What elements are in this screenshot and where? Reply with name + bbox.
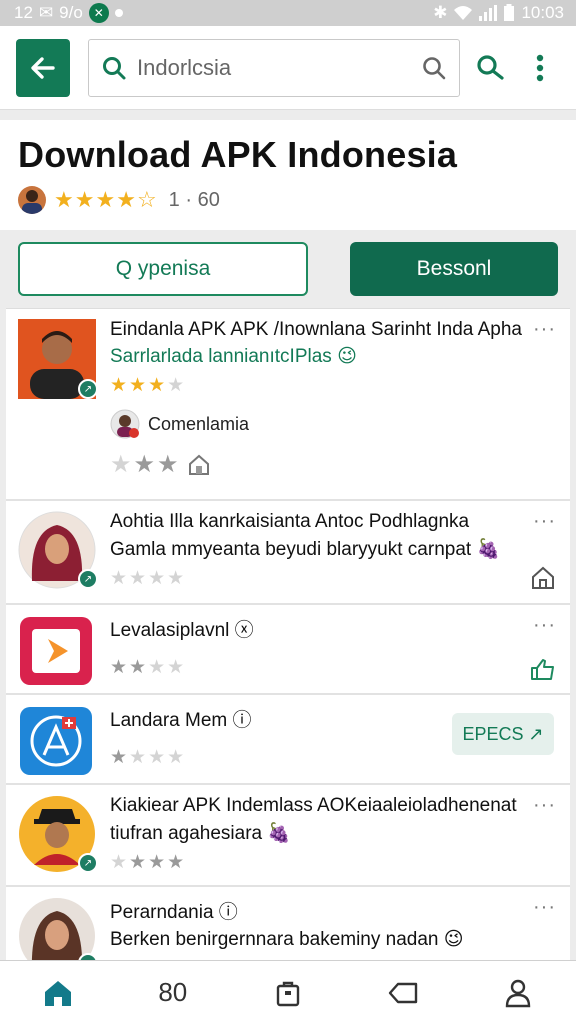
list-item[interactable]: Landara Mem ⓘ ★ ★ ★ ★ EPECS ↗ <box>6 695 570 785</box>
nav-library[interactable] <box>258 968 318 1018</box>
app-store-icon <box>20 707 92 775</box>
list-item[interactable]: ↗ Eindanla APK APK /Inownlana Sarinht In… <box>6 309 570 501</box>
mail-icon: ✉ <box>38 3 54 22</box>
comment-label: Comenlamia <box>148 413 250 434</box>
more-options-button[interactable]: ··· <box>533 795 556 815</box>
wifi-icon <box>454 6 473 20</box>
search-submit-icon[interactable] <box>421 55 447 81</box>
item-title: Aohtia Illa kanrkaisianta Antoc Podhlagn… <box>110 511 470 532</box>
bag-icon <box>276 981 300 1006</box>
commenter-avatar <box>110 409 140 439</box>
item-title: Levalasiplavnl ⓧ <box>110 620 254 641</box>
signal-icon <box>479 5 498 21</box>
back-button[interactable] <box>16 38 70 97</box>
app-notification-icon: ✕ <box>88 3 109 23</box>
avatar <box>18 186 46 214</box>
epecs-button[interactable]: EPECS ↗ <box>452 713 554 755</box>
item-subtitle: Berken benirgernnara bakeminy nadan 😉 <box>110 929 464 950</box>
tag-icon <box>388 982 418 1003</box>
secondary-rating: ★ ★ ★ <box>110 451 179 478</box>
star-icon: ★ <box>95 187 116 212</box>
home-outline-icon[interactable] <box>530 565 556 591</box>
bluetooth-icon: ✱ <box>433 3 448 22</box>
star-icon: ★ <box>54 187 74 212</box>
overflow-menu-button[interactable] <box>520 48 560 88</box>
more-options-button[interactable]: ··· <box>533 511 556 531</box>
star-rating: ★★★★ <box>110 852 185 873</box>
search-value: Indorlcsia <box>137 54 232 80</box>
verified-badge-icon: ↗ <box>78 853 98 873</box>
star-rating: ★★★★ <box>110 568 185 589</box>
item-title: Eindanla APK APK /Inownlana Sarinht Inda… <box>110 319 522 340</box>
comment-row: Comenlamia <box>110 409 558 439</box>
more-options-button[interactable]: ··· <box>533 319 556 339</box>
more-options-button[interactable]: ··· <box>533 615 556 635</box>
nav-profile[interactable] <box>488 968 548 1018</box>
page-header: Download APK Indonesia ★ ★ ★ ★ ☆ 1 · 60 <box>0 120 576 230</box>
item-title: Kiakiear APK Indemlass AOKeiaaleioladhen… <box>110 795 517 816</box>
list-item[interactable]: ↗ Aohtia Illa kanrkaisianta Antoc Podhla… <box>6 501 570 605</box>
arrow-left-icon <box>31 56 55 79</box>
app-list: ↗ Eindanla APK APK /Inownlana Sarinht In… <box>6 308 570 977</box>
star-icon: ★ <box>116 187 136 212</box>
nav-home[interactable] <box>28 968 88 1018</box>
item-subtitle: tiufran agahesiara 🍇 <box>110 823 292 844</box>
item-subtitle: Sarrlarlada lannianıtcIPlas 😉 <box>110 346 357 367</box>
search-icon <box>477 54 504 80</box>
status-percent: 9/o <box>59 3 83 22</box>
status-number: 12 <box>14 3 33 22</box>
rating-count: 1 · 60 <box>168 188 220 211</box>
nav-tags[interactable] <box>373 968 433 1018</box>
filter-bar: Q ypenisa Bessonl <box>0 230 576 308</box>
search-button[interactable] <box>470 48 510 88</box>
more-options-button[interactable]: ··· <box>533 897 556 917</box>
nav-count[interactable]: 80 <box>143 968 203 1018</box>
verified-badge-icon: ↗ <box>78 569 98 589</box>
verified-badge-icon: ↗ <box>78 379 98 399</box>
top-bar: Indorlcsia <box>0 26 576 110</box>
home-outline-icon[interactable] <box>187 453 211 477</box>
star-icon: ★ <box>74 187 95 212</box>
thumbs-up-icon[interactable] <box>530 657 556 681</box>
page-title: Download APK Indonesia <box>18 134 458 175</box>
filter-solid-button[interactable]: Bessonl <box>350 242 558 296</box>
list-item[interactable]: ↗ Kiakiear APK Indemlass AOKeiaaleioladh… <box>6 785 570 887</box>
person-icon <box>506 979 531 1007</box>
item-title: Perarndania ⓘ <box>110 902 238 923</box>
header-rating: ★ ★ ★ ★ ☆ 1 · 60 <box>18 186 558 214</box>
home-icon <box>44 980 71 1006</box>
battery-icon <box>504 4 515 21</box>
star-rating: ★★★★ <box>110 375 185 396</box>
star-rating: ★★★★ <box>110 657 185 678</box>
star-half-icon: ☆ <box>136 187 157 212</box>
filter-outline-button[interactable]: Q ypenisa <box>18 242 308 296</box>
dot-icon <box>114 9 123 17</box>
star-rating: ★ ★ ★ ★ ☆ <box>54 189 157 211</box>
play-app-icon <box>20 617 92 685</box>
search-input[interactable]: Indorlcsia <box>88 38 460 97</box>
more-vertical-icon <box>536 54 544 81</box>
bottom-nav: 80 <box>0 960 576 1024</box>
search-icon <box>103 56 126 79</box>
list-item[interactable]: Levalasiplavnl ⓧ ★ ★ ★ ★ ··· <box>6 605 570 695</box>
status-bar: 12 ✉ 9/o ✕ ✱ 10:03 <box>0 0 576 26</box>
status-time: 10:03 <box>521 3 564 22</box>
item-subtitle: Gamla mmyeanta beyudi blaryyukt carnpat … <box>110 539 501 560</box>
